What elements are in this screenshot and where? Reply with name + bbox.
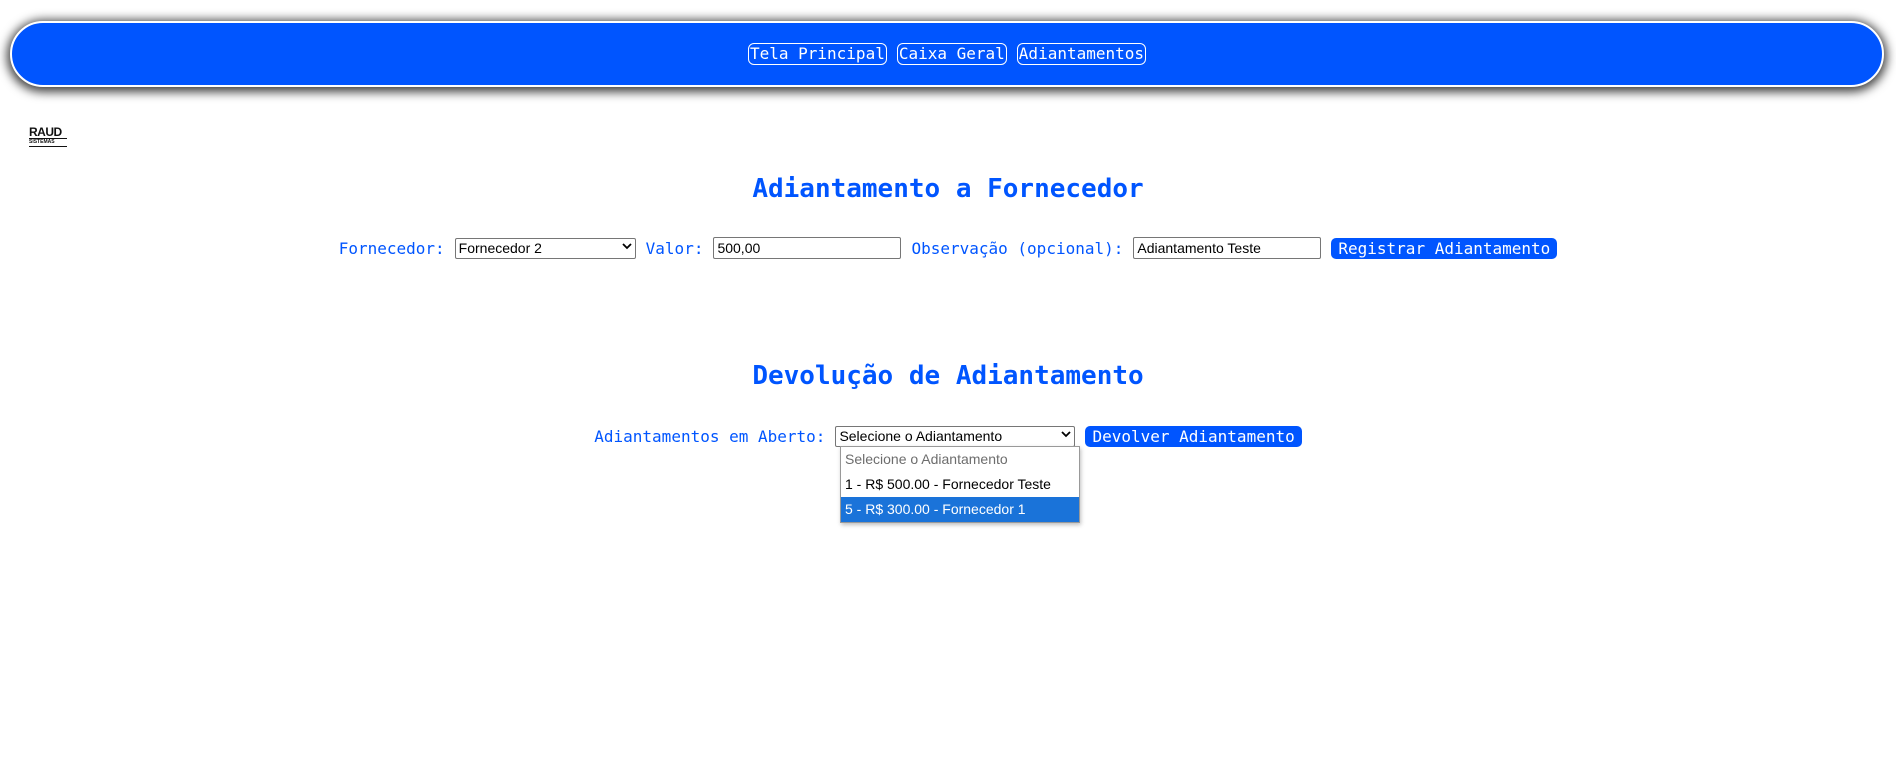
logo-subtext: SISTEMAS [29,138,67,145]
nav-adiantamentos-button[interactable]: Adiantamentos [1016,43,1147,65]
logo-text: RAUD [29,125,62,139]
dropdown-option[interactable]: 1 - R$ 500.00 - Fornecedor Teste [841,472,1079,497]
open-advances-label: Adiantamentos em Aberto: [594,426,826,446]
dropdown-option[interactable]: 5 - R$ 300.00 - Fornecedor 1 [841,497,1079,522]
open-advances-dropdown-list: Selecione o Adiantamento 1 - R$ 500.00 -… [840,446,1080,523]
dropdown-option: Selecione o Adiantamento [845,451,1008,467]
supplier-select-value: Fornecedor 2 [458,240,542,256]
advance-section-title: Adiantamento a Fornecedor [752,174,1144,204]
chevron-down-icon [622,243,632,253]
chevron-down-icon [1061,431,1072,441]
return-section-title: Devolução de Adiantamento [752,361,1144,391]
nav-tela-principal-button[interactable]: Tela Principal [747,43,887,65]
nav-caixa-geral-button[interactable]: Caixa Geral [896,43,1007,65]
value-label: Valor: [645,238,704,258]
value-input[interactable] [713,237,902,259]
advance-form-row: Fornecedor: Fornecedor 2 Valor: Observaç… [0,236,1896,260]
return-form-row: Adiantamentos em Aberto: Selecione o Adi… [0,424,1896,448]
raud-logo: RAUD SISTEMAS [29,126,67,152]
register-advance-button[interactable]: Registrar Adiantamento [1331,237,1558,259]
open-advances-select-value: Selecione o Adiantamento [839,428,1003,444]
supplier-select[interactable]: Fornecedor 2 [454,237,636,259]
logo-underline [29,146,67,149]
note-label: Observação (opcional): [911,238,1124,258]
note-input[interactable] [1133,237,1322,259]
open-advances-select[interactable]: Selecione o Adiantamento [835,425,1076,447]
supplier-label: Fornecedor: [338,238,445,258]
return-advance-button[interactable]: Devolver Adiantamento [1085,425,1302,447]
top-navbar: Tela Principal Caixa Geral Adiantamentos [10,21,1884,87]
